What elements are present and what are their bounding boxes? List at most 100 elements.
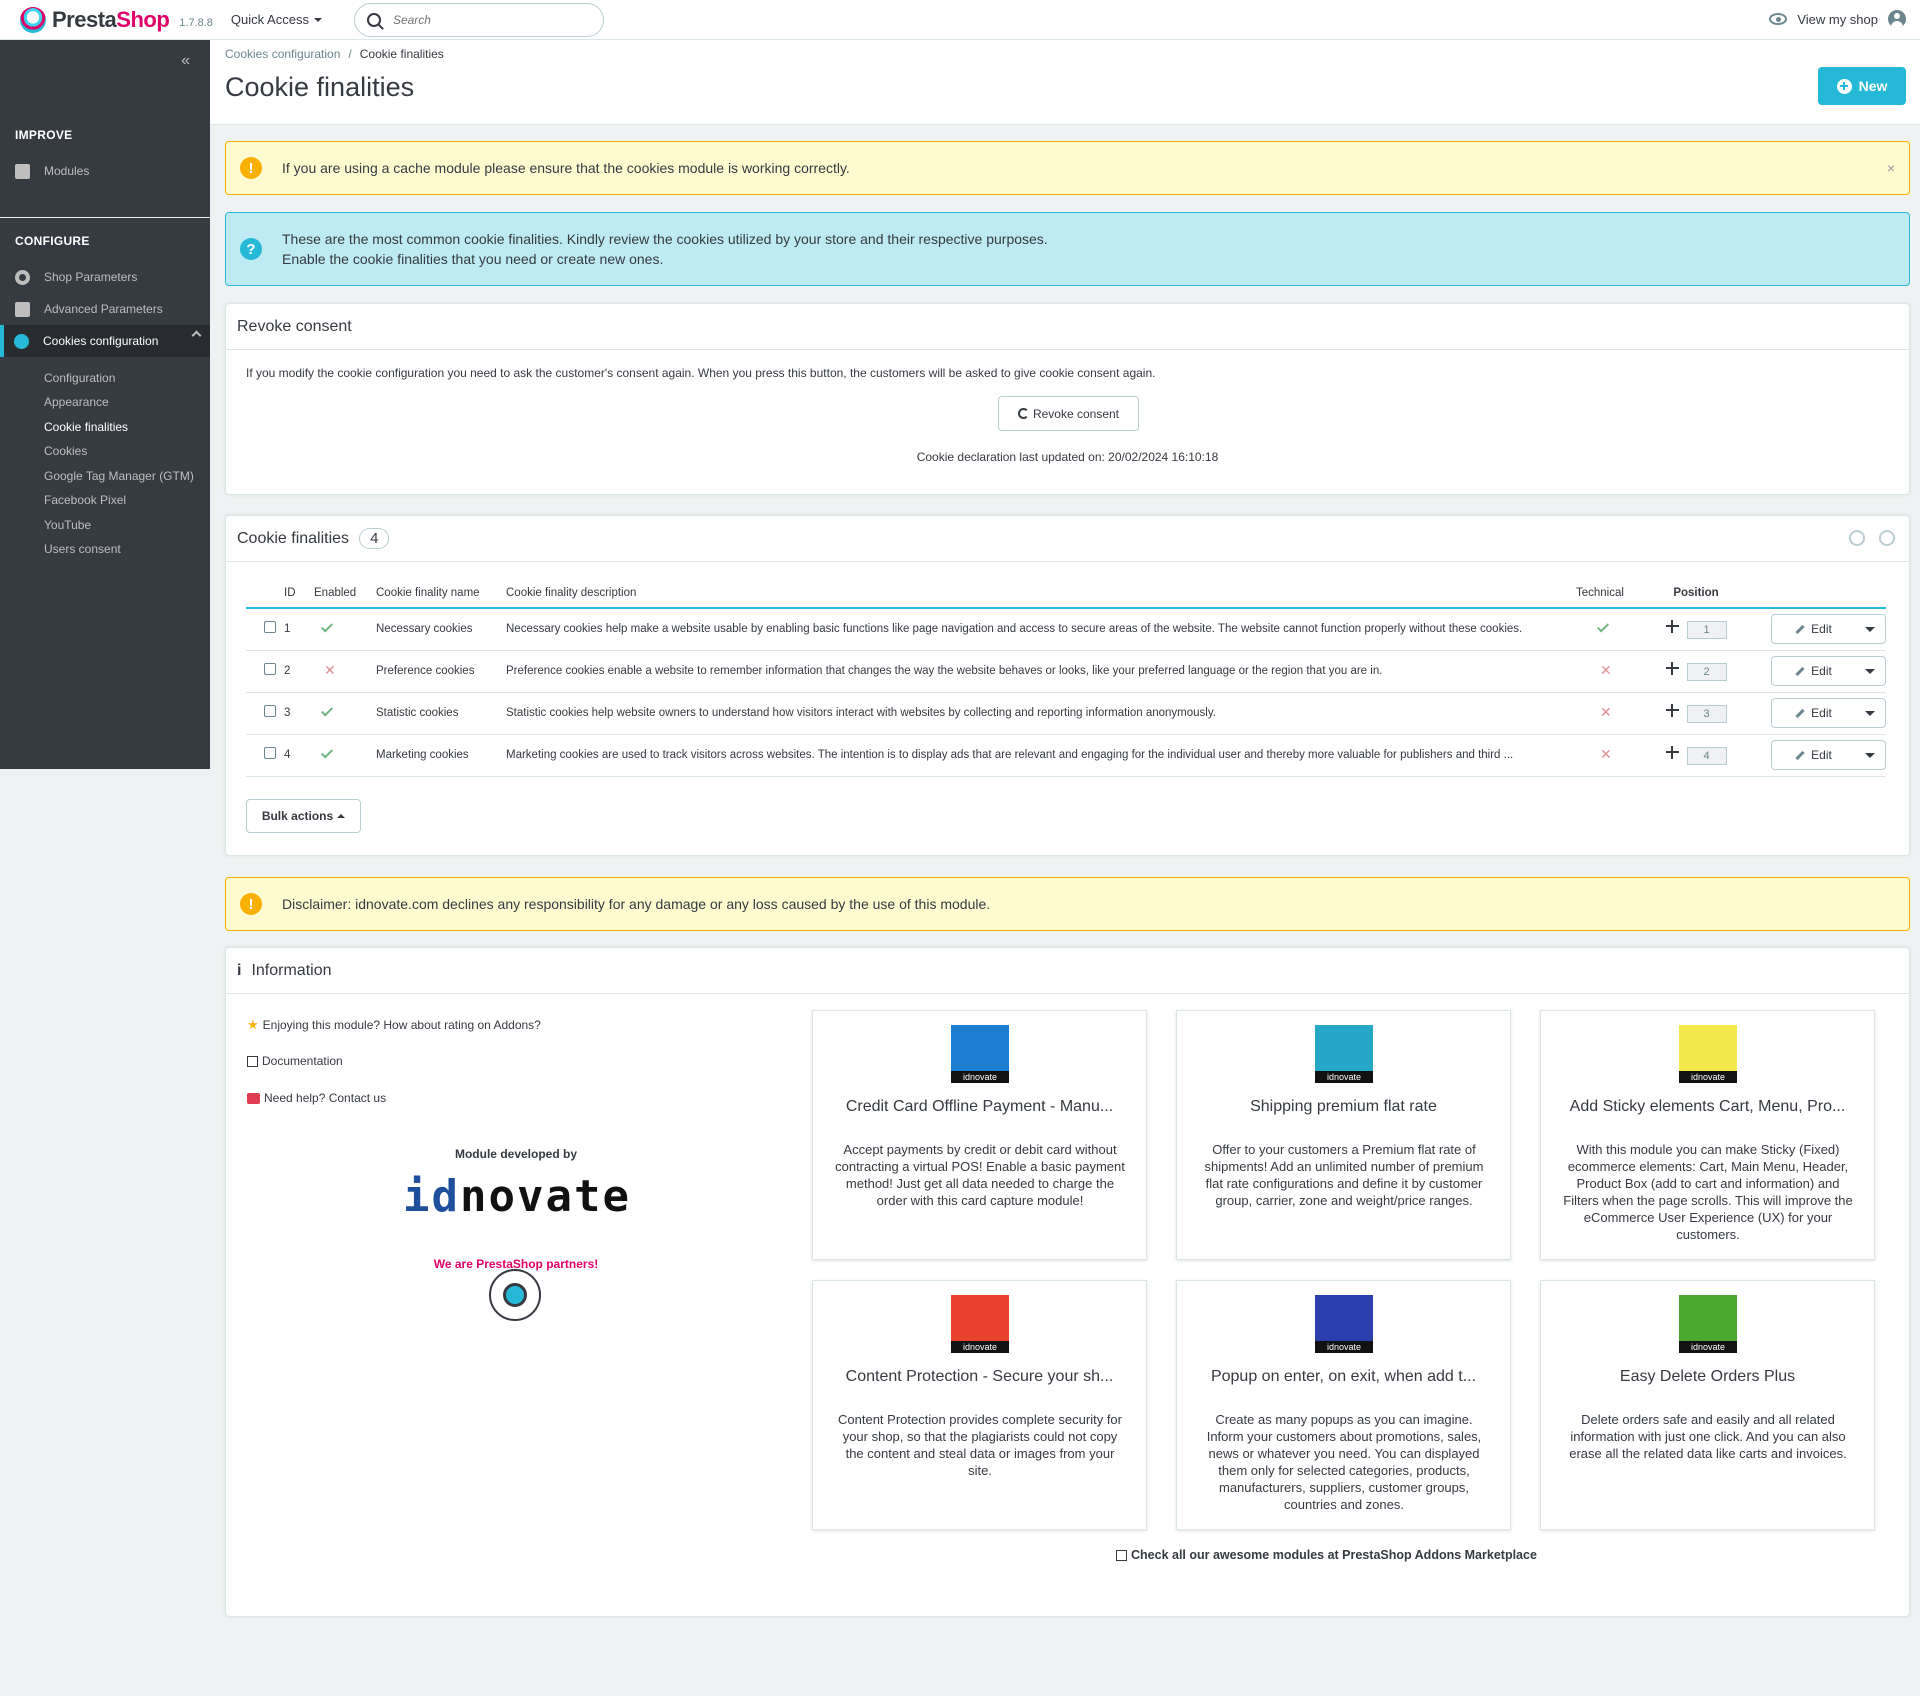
drag-handle-icon[interactable] [1665,661,1679,675]
cross-icon[interactable]: ✕ [324,662,336,678]
search-icon [366,12,381,27]
table-row: 3 Statistic cookies Statistic cookies he… [246,692,1886,735]
row-checkbox[interactable] [264,704,276,717]
check-icon[interactable] [320,746,334,759]
card-description: Content Protection provides complete sec… [838,1412,1122,1478]
drag-handle-icon[interactable] [1665,619,1679,633]
panel-header: Cookie finalities 4 [226,516,1909,562]
submenu-appearance[interactable]: Appearance [44,395,109,409]
edit-button[interactable]: Edit [1772,747,1855,763]
submenu-youtube[interactable]: YouTube [44,518,91,532]
breadcrumb-parent-link[interactable]: Cookies configuration [225,47,340,61]
revoke-consent-button[interactable]: Revoke consent [998,396,1139,431]
col-name[interactable]: Cookie finality name [376,578,506,609]
col-description[interactable]: Cookie finality description [506,578,1576,609]
documentation-link[interactable]: Documentation [247,1054,343,1068]
prestashop-logo[interactable]: PrestaShop [20,6,170,33]
sidebar-item-cookies-configuration[interactable]: Cookies configuration [0,325,210,357]
bulk-actions-button[interactable]: Bulk actions [246,799,361,833]
cookie-finalities-panel: Cookie finalities 4 ID Enabled Cookie fi… [225,515,1910,856]
technical-cross-icon: ✕ [1600,662,1612,678]
module-card[interactable]: idnovate Shipping premium flat rate Offe… [1176,1010,1511,1260]
alert-text: Disclaimer: idnovate.com declines any re… [282,896,991,912]
col-enabled[interactable]: Enabled [314,578,376,609]
position-value: 2 [1686,662,1727,681]
sidebar-item-shop-parameters[interactable]: Shop Parameters [15,267,210,287]
quick-access-dropdown[interactable]: Quick Access [231,12,322,27]
row-checkbox[interactable] [264,746,276,759]
submenu-facebook-pixel[interactable]: Facebook Pixel [44,493,126,507]
panel-header: i Information [226,948,1909,994]
check-icon[interactable] [320,620,334,633]
check-icon[interactable] [320,704,334,717]
panel-title: Revoke consent [226,304,1909,350]
rating-link[interactable]: ★ Enjoying this module? How about rating… [247,1017,541,1033]
improve-heading: IMPROVE [15,128,73,142]
marketplace-link[interactable]: Check all our awesome modules at PrestaS… [1116,1548,1537,1562]
new-button[interactable]: New [1818,67,1906,105]
table-header-row: ID Enabled Cookie finality name Cookie f… [246,578,1886,609]
version-label: 1.7.8.8 [179,16,213,29]
submenu-users-consent[interactable]: Users consent [44,542,121,556]
gear-icon [15,269,30,285]
breadcrumb: Cookies configuration / Cookie finalities [225,47,444,61]
edit-button[interactable]: Edit [1772,663,1855,679]
row-actions-caret[interactable] [1855,657,1885,685]
sidebar-item-label: Shop Parameters [44,270,138,284]
module-card[interactable]: idnovate Add Sticky elements Cart, Menu,… [1540,1010,1875,1260]
edit-button-group: Edit [1771,698,1886,728]
submenu-cookies[interactable]: Cookies [44,444,87,458]
sidebar-item-advanced-parameters[interactable]: Advanced Parameters [15,299,210,319]
row-name: Necessary cookies [376,608,506,651]
submenu-configuration[interactable]: Configuration [44,371,115,385]
revoke-consent-panel: Revoke consent If you modify the cookie … [225,303,1910,495]
edit-button[interactable]: Edit [1772,705,1855,721]
idnovate-logo: id novate [403,1170,631,1222]
breadcrumb-current: Cookie finalities [359,47,444,61]
card-pushpin-icon: idnovate [1679,1025,1737,1083]
top-header: PrestaShop 1.7.8.8 Quick Access View my … [0,0,1920,40]
user-avatar-icon[interactable] [1888,10,1906,28]
position-value: 1 [1686,620,1727,639]
sidebar-item-modules[interactable]: Modules [15,161,210,181]
col-position[interactable]: Position [1646,578,1746,609]
submenu-gtm[interactable]: Google Tag Manager (GTM) [44,469,194,483]
row-actions-caret[interactable] [1855,741,1885,769]
row-description: Preference cookies enable a website to r… [506,650,1576,693]
eye-icon [1769,13,1788,25]
row-description: Marketing cookies are used to track visi… [506,734,1576,777]
drag-handle-icon[interactable] [1665,745,1679,759]
table-row: 1 Necessary cookies Necessary cookies he… [246,608,1886,651]
row-checkbox[interactable] [264,620,276,633]
edit-button[interactable]: Edit [1772,621,1855,637]
collapse-sidebar-icon[interactable]: « [181,52,190,70]
col-id[interactable]: ID [284,578,314,609]
warning-icon: ! [240,157,262,179]
col-technical[interactable]: Technical [1576,578,1646,609]
search-box[interactable] [353,2,604,37]
view-shop-link[interactable]: View my shop [1769,10,1906,28]
refresh-list-icon[interactable] [1879,530,1895,546]
developed-by-label: Module developed by [454,1147,577,1161]
add-new-icon[interactable] [1849,530,1865,546]
module-card[interactable]: idnovate Credit Card Offline Payment - M… [812,1010,1147,1260]
help-link[interactable]: Need help? Contact us [247,1091,386,1105]
submenu-cookie-finalities[interactable]: Cookie finalities [44,420,128,434]
search-input[interactable] [392,12,583,27]
revoke-description: If you modify the cookie configuration y… [246,366,1156,380]
card-description: With this module you can make Sticky (Fi… [1563,1142,1853,1242]
sidebar-item-label: Cookies configuration [43,334,159,348]
row-actions-caret[interactable] [1855,615,1885,643]
module-card[interactable]: idnovate Content Protection - Secure you… [812,1280,1147,1530]
close-icon[interactable]: × [1887,160,1895,176]
row-checkbox[interactable] [264,662,276,675]
module-card[interactable]: idnovate Popup on enter, on exit, when a… [1176,1280,1511,1530]
card-payment-terminal-icon: idnovate [951,1025,1009,1083]
card-title: Add Sticky elements Cart, Menu, Pro... [1569,1098,1846,1115]
external-link-icon [1116,1549,1127,1561]
page-title: Cookie finalities [225,72,415,102]
row-actions-caret[interactable] [1855,699,1885,727]
page-header: Cookies configuration / Cookie finalities … [210,40,1920,125]
drag-handle-icon[interactable] [1665,703,1679,717]
module-card[interactable]: idnovate Easy Delete Orders Plus Delete … [1540,1280,1875,1530]
